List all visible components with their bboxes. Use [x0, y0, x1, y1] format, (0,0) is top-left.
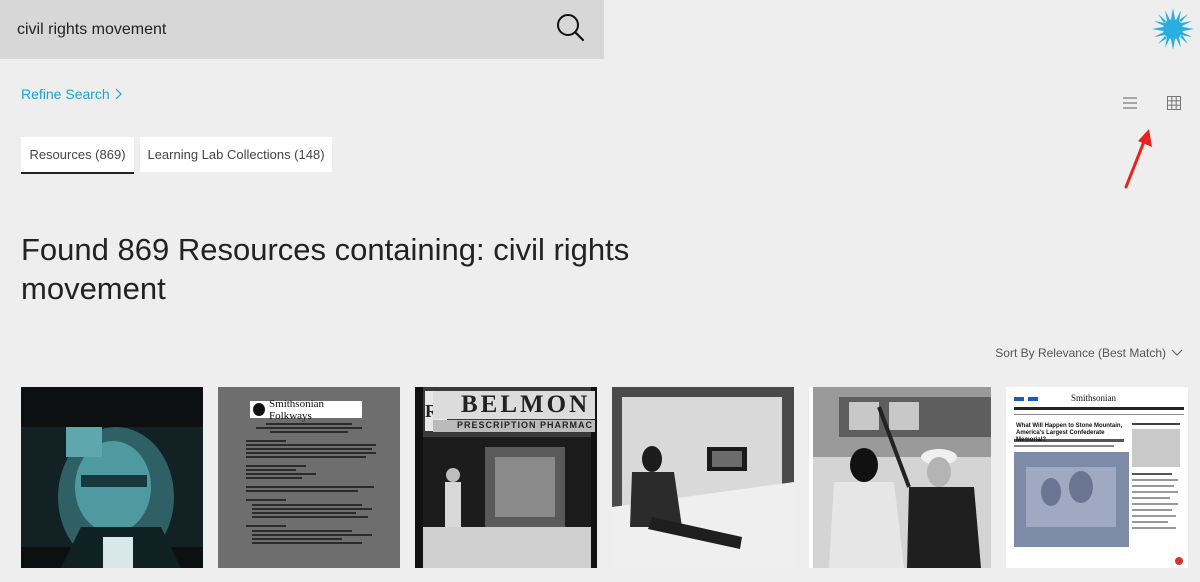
result-thumbnail-1[interactable] — [21, 387, 203, 568]
tab-resources[interactable]: Resources (869) — [21, 137, 134, 174]
belmont-subsign: PRESCRIPTION PHARMAC — [433, 420, 595, 432]
sort-label: Sort By Relevance (Best Match) — [995, 346, 1166, 360]
annotation-arrow-icon — [1124, 129, 1152, 189]
chevron-right-icon — [115, 88, 122, 100]
search-icon — [557, 14, 585, 42]
arrest-photo-image — [809, 387, 991, 568]
list-view-button[interactable] — [1121, 94, 1139, 112]
list-view-icon — [1123, 97, 1137, 109]
van-interior-photo-image — [612, 387, 794, 568]
search-bar — [0, 0, 604, 59]
sort-dropdown[interactable]: Sort By Relevance (Best Match) — [995, 346, 1183, 360]
sunburst-logo-icon — [1152, 8, 1194, 50]
tab-learning-lab-collections[interactable]: Learning Lab Collections (148) — [140, 137, 332, 172]
result-thumbnail-3[interactable]: Rx BELMON PRESCRIPTION PHARMAC — [415, 387, 597, 568]
grid-view-icon — [1167, 96, 1181, 110]
chevron-down-icon — [1171, 349, 1183, 356]
grid-view-button[interactable] — [1166, 95, 1182, 111]
portrait-image — [21, 387, 203, 568]
tab-resources-label: Resources (869) — [29, 147, 126, 162]
search-button[interactable] — [552, 10, 588, 46]
smithsonian-logo[interactable] — [1152, 8, 1194, 50]
result-thumbnail-4[interactable] — [612, 387, 794, 568]
belmont-sign: BELMON — [433, 391, 595, 419]
result-thumbnail-2[interactable]: Smithsonian Folkways — [218, 387, 400, 568]
tab-collections-label: Learning Lab Collections (148) — [147, 147, 325, 162]
folkways-document-image: Smithsonian Folkways — [218, 387, 400, 568]
result-thumbnail-5[interactable] — [809, 387, 991, 568]
results-heading: Found 869 Resources containing: civil ri… — [21, 232, 630, 306]
refine-search-link[interactable]: Refine Search — [21, 86, 122, 102]
magazine-logo: Smithsonian — [1071, 393, 1117, 403]
search-input[interactable] — [0, 0, 540, 59]
result-thumbnail-6[interactable]: Smithsonian What Will Happen to Stone Mo… — [1006, 387, 1188, 568]
refine-search-label: Refine Search — [21, 86, 110, 102]
magazine-headline: What Will Happen to Stone Mountain, Amer… — [1016, 423, 1123, 443]
magazine-page-image — [1006, 387, 1188, 568]
